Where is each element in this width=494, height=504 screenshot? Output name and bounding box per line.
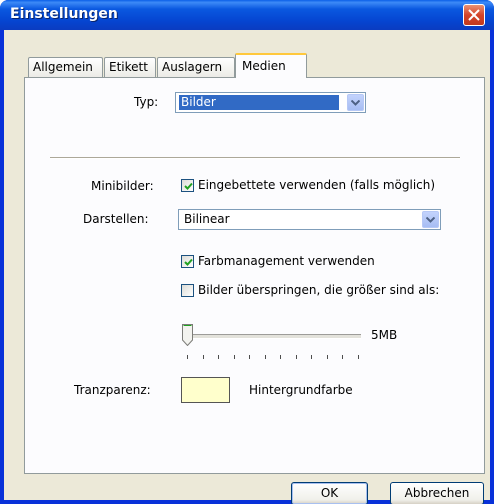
slider-tick [295, 355, 297, 359]
checkmark-icon [184, 258, 193, 266]
typ-value: Bilder [179, 95, 339, 110]
slider-tick [187, 355, 188, 359]
slider-tick [264, 355, 266, 359]
checkmark-icon [184, 182, 193, 190]
slider-tick [280, 355, 281, 359]
skip-large-images-label[interactable]: Bilder überspringen, die größer sind als… [198, 283, 439, 297]
chevron-down-icon [426, 217, 435, 223]
skip-large-images-checkbox[interactable] [181, 284, 194, 297]
size-slider-thumb[interactable] [182, 324, 193, 346]
close-icon [468, 9, 480, 21]
title-bar[interactable]: Einstellungen [0, 0, 494, 30]
minibilder-checkbox-label[interactable]: Eingebettete verwenden (falls möglich) [198, 178, 435, 192]
cancel-button[interactable]: Abbrechen [390, 482, 484, 504]
window-border-right [490, 30, 494, 504]
slider-tick [218, 355, 219, 359]
typ-label: Typ: [134, 95, 159, 109]
chevron-down-icon [351, 100, 360, 106]
dialog-client-area: Allgemein Etikett Auslagern Medien Typ: … [4, 30, 490, 504]
ok-button[interactable]: OK [291, 482, 368, 504]
slider-tick [326, 355, 328, 359]
slider-tick [202, 355, 204, 359]
tab-allgemein[interactable]: Allgemein [28, 57, 103, 77]
size-slider-track[interactable] [185, 334, 361, 339]
hintergrundfarbe-label: Hintergrundfarbe [249, 383, 353, 397]
darstellen-select[interactable]: Bilinear [178, 209, 441, 230]
minibilder-label: Minibilder: [91, 179, 154, 193]
transparenz-color-swatch[interactable] [181, 377, 230, 403]
typ-select[interactable]: Bilder [175, 92, 366, 113]
typ-dropdown-button[interactable] [347, 94, 364, 111]
slider-tick [311, 355, 312, 359]
farbmanagement-checkbox[interactable] [181, 255, 194, 268]
darstellen-value: Bilinear [184, 212, 230, 226]
transparenz-label: Tranzparenz: [74, 383, 151, 397]
slider-tick [233, 355, 235, 359]
medien-panel: Typ: Bilder Minibilder: Eingebettete ver… [24, 77, 485, 474]
slider-tick [249, 355, 250, 359]
minibilder-checkbox[interactable] [181, 179, 194, 192]
tab-medien[interactable]: Medien [235, 53, 307, 78]
darstellen-label: Darstellen: [83, 212, 149, 226]
slider-tick [342, 355, 343, 359]
settings-window: Einstellungen Allgemein Etikett Auslager… [0, 0, 494, 504]
tab-auslagern[interactable]: Auslagern [157, 57, 235, 77]
slider-tick [357, 355, 359, 359]
tab-etikett[interactable]: Etikett [104, 57, 156, 77]
darstellen-dropdown-button[interactable] [422, 211, 439, 228]
close-button[interactable] [463, 4, 485, 26]
farbmanagement-checkbox-label[interactable]: Farbmanagement verwenden [198, 254, 375, 268]
window-title: Einstellungen [10, 6, 118, 22]
slider-value-label: 5MB [371, 328, 398, 342]
divider [50, 157, 460, 159]
